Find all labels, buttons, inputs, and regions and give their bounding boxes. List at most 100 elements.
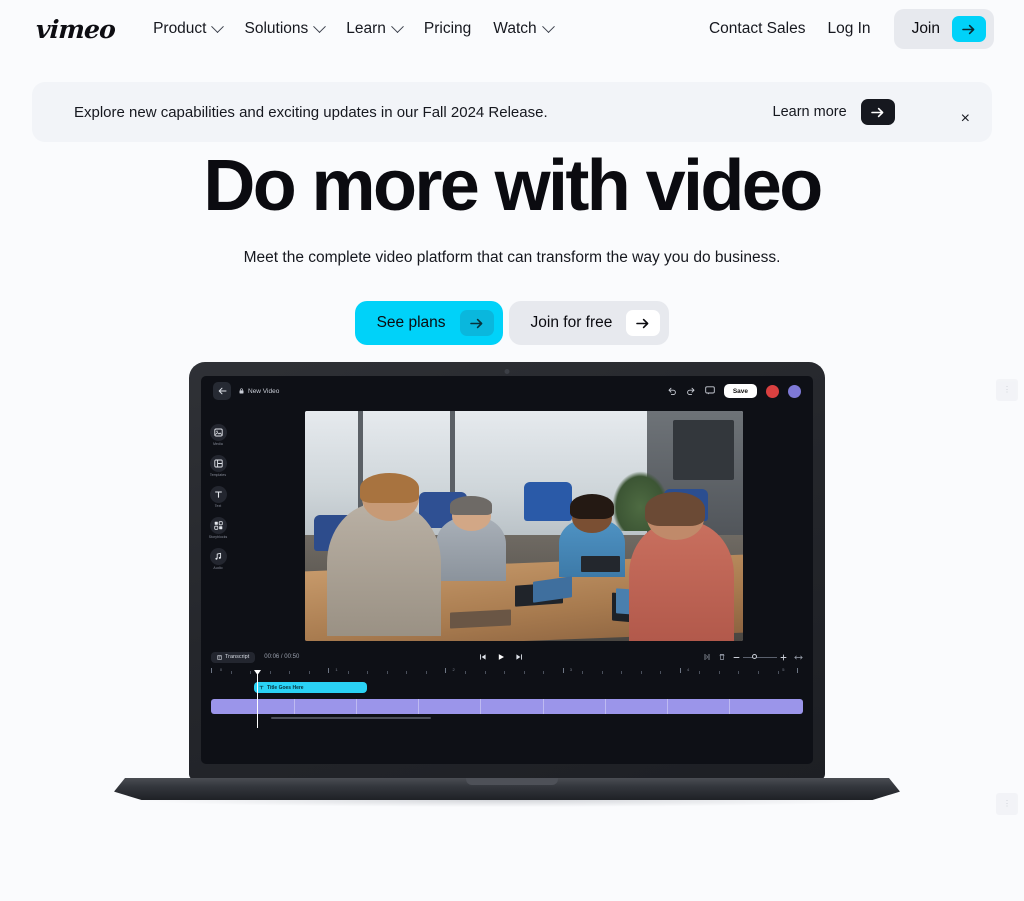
join-button[interactable]: Join xyxy=(893,9,994,49)
ruler-label: 4 xyxy=(686,667,690,672)
timeline-audio-track[interactable] xyxy=(271,717,431,719)
ruler-tick xyxy=(679,668,681,673)
timeline-toolbar: Transcript 00:06 / 00:50 xyxy=(211,648,803,666)
play-icon[interactable] xyxy=(497,648,505,666)
laptop-notch xyxy=(466,778,558,785)
video-preview[interactable] xyxy=(305,411,743,641)
storyblocks-icon xyxy=(209,517,227,534)
hero-subtitle: Meet the complete video platform that ca… xyxy=(243,249,781,267)
learn-more-link[interactable]: Learn more xyxy=(773,104,847,120)
person-hair xyxy=(569,493,615,520)
trash-icon[interactable] xyxy=(718,648,726,666)
time-display: 00:06 / 00:50 xyxy=(264,654,300,660)
person-hair xyxy=(359,473,419,503)
skip-forward-icon[interactable] xyxy=(515,648,523,666)
sidebar-label: Storyblocks xyxy=(208,535,228,539)
ruler-tick xyxy=(718,671,720,674)
ruler-tick xyxy=(328,668,330,673)
editor-sidebar: Media Templates Text Storyblocks Audio xyxy=(201,406,235,644)
media-icon xyxy=(209,424,227,441)
arrow-right-icon[interactable] xyxy=(860,99,895,125)
timeline[interactable]: 0 1 2 3 4 5 Title Goes Here xyxy=(211,667,803,730)
sidebar-item-text[interactable]: Text xyxy=(209,486,227,508)
sidebar-item-storyblocks[interactable]: Storyblocks xyxy=(209,517,228,539)
nav-item-pricing[interactable]: Pricing xyxy=(414,12,481,46)
nav-item-product[interactable]: Product xyxy=(143,12,232,46)
collaborator-avatar-purple[interactable] xyxy=(788,384,801,398)
skip-back-icon[interactable] xyxy=(479,648,487,666)
ruler-tick xyxy=(211,668,212,673)
project-title[interactable]: New Video xyxy=(239,388,279,395)
vimeo-logo[interactable]: vimeo xyxy=(35,15,116,44)
transcript-button[interactable]: Transcript xyxy=(211,651,256,663)
zoom-knob[interactable] xyxy=(752,654,757,659)
arrow-right-icon xyxy=(626,310,661,337)
ruler-tick xyxy=(523,671,525,674)
close-icon[interactable]: × xyxy=(961,111,970,127)
ruler-tick xyxy=(543,671,545,674)
sidebar-item-audio[interactable]: Audio xyxy=(209,548,227,570)
split-icon[interactable] xyxy=(703,648,711,666)
ruler-tick xyxy=(640,671,642,674)
ruler-tick xyxy=(289,671,291,674)
nav-item-learn[interactable]: Learn xyxy=(336,12,412,46)
hero-cta-group: See plans Join for free xyxy=(0,301,1024,346)
join-for-free-button[interactable]: Join for free xyxy=(508,301,670,346)
clip-divider xyxy=(480,699,482,714)
comment-icon[interactable] xyxy=(705,382,715,400)
site-header: vimeo Product Solutions Learn Pricing Wa… xyxy=(0,0,1024,58)
ruler-tick xyxy=(562,668,564,673)
chevron-down-icon xyxy=(541,19,555,33)
ruler-tick xyxy=(347,671,349,674)
page-edge-artifact: ⋮ xyxy=(996,379,1018,401)
clip-divider xyxy=(293,699,295,714)
collaborator-avatar-red[interactable] xyxy=(766,384,779,398)
undo-icon[interactable] xyxy=(667,382,677,400)
clip-divider xyxy=(542,699,544,714)
text-icon xyxy=(259,685,264,690)
editor-screen: New Video Save Media Templates Text Stor… xyxy=(201,376,813,764)
page-title: Do more with video xyxy=(203,146,823,226)
ruler-tick xyxy=(484,671,486,674)
nav-label: Product xyxy=(153,20,207,37)
ruler-tick xyxy=(777,671,779,674)
contact-sales-link[interactable]: Contact Sales xyxy=(698,12,817,46)
notebook xyxy=(449,609,511,629)
webcam-icon xyxy=(504,369,510,374)
nav-item-watch[interactable]: Watch xyxy=(483,12,562,46)
playhead[interactable] xyxy=(257,672,258,728)
timeline-ruler[interactable]: 0 1 2 3 4 5 xyxy=(211,667,803,677)
chevron-down-icon xyxy=(391,19,404,33)
save-button[interactable]: Save xyxy=(723,384,757,398)
timeline-clip-title[interactable]: Title Goes Here xyxy=(254,682,367,693)
arrow-left-icon[interactable] xyxy=(213,382,231,400)
wall-panel xyxy=(672,420,735,480)
ruler-tick xyxy=(699,671,701,674)
editor-toolbar: New Video Save xyxy=(201,376,813,406)
fit-to-width-icon[interactable] xyxy=(794,648,803,666)
timeline-video-track[interactable] xyxy=(211,699,803,714)
transcript-icon xyxy=(217,654,222,660)
laptop-mockup: New Video Save Media Templates Text Stor… xyxy=(0,362,1024,812)
editor-body: Media Templates Text Storyblocks Audio xyxy=(201,406,813,644)
ruler-label: 0 xyxy=(219,667,223,672)
timeline-zoom-slider[interactable] xyxy=(733,648,787,666)
plus-icon[interactable] xyxy=(780,648,787,666)
edge-artifact-glyph: ⋮ xyxy=(1003,799,1011,808)
sidebar-item-media[interactable]: Media xyxy=(209,424,227,446)
nav-item-solutions[interactable]: Solutions xyxy=(234,12,334,46)
sidebar-item-templates[interactable]: Templates xyxy=(209,455,227,477)
sidebar-label: Text xyxy=(214,504,222,508)
person-hair xyxy=(644,491,706,526)
minus-icon[interactable] xyxy=(733,648,740,666)
see-plans-button[interactable]: See plans xyxy=(354,301,503,346)
arrow-right-icon xyxy=(952,16,986,42)
clip-divider xyxy=(418,699,420,714)
log-in-link[interactable]: Log In xyxy=(816,12,881,46)
zoom-track[interactable] xyxy=(743,654,777,659)
editor-toolbar-actions: Save xyxy=(667,382,801,400)
redo-icon[interactable] xyxy=(686,382,696,400)
arrow-right-icon xyxy=(459,310,494,337)
ruler-tick xyxy=(582,671,584,674)
nav-label: Pricing xyxy=(423,20,472,37)
